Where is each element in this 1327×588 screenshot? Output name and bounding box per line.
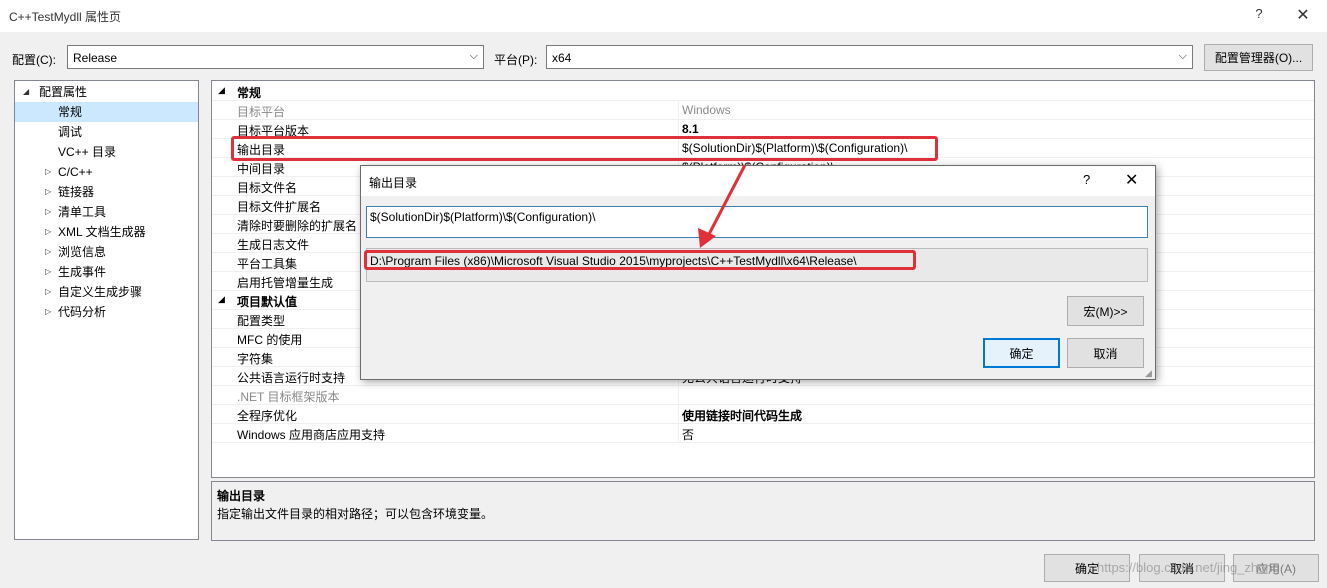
expand-triangle-icon[interactable]: ▷ — [45, 282, 51, 302]
collapse-triangle-icon[interactable]: ◢ — [218, 294, 225, 305]
annotation-arrow — [698, 164, 747, 248]
property-name: Windows 应用商店应用支持 — [237, 428, 386, 442]
expand-triangle-icon[interactable]: ▷ — [45, 162, 51, 182]
tree-item-label: 浏览信息 — [58, 245, 107, 259]
column-separator — [678, 386, 679, 405]
window-title: C++TestMydll 属性页 — [9, 10, 122, 24]
tree-item-label: 配置属性 — [39, 85, 88, 99]
property-value: 使用链接时间代码生成 — [682, 409, 803, 423]
annotation-box-output-row — [231, 136, 938, 161]
grid-category[interactable]: ◢ 常规 — [212, 82, 1314, 101]
platform-label: 平台(P): — [494, 53, 538, 67]
tree-item[interactable]: ▷ 代码分析 — [15, 302, 198, 322]
config-manager-button[interactable]: 配置管理器(O)... — [1204, 44, 1313, 71]
grid-row[interactable]: Windows 应用商店应用支持 否 — [212, 424, 1314, 443]
description-panel: 输出目录 指定输出文件目录的相对路径；可以包含环境变量。 — [211, 481, 1315, 541]
config-label: 配置(C): — [12, 53, 56, 67]
chevron-down-icon: ⌵ — [469, 50, 478, 62]
grid-row[interactable]: .NET 目标框架版本 — [212, 386, 1314, 405]
resize-grip-icon[interactable]: ◢ — [1145, 368, 1152, 379]
watermark: https://blog.csdn.net/jing_zhong — [1097, 560, 1280, 575]
property-name: 中间目录 — [237, 162, 286, 176]
output-directory-input-value: $(SolutionDir)$(Platform)\$(Configuratio… — [370, 210, 596, 224]
expand-triangle-icon[interactable]: ▷ — [45, 222, 51, 242]
config-value: Release — [73, 51, 118, 65]
tree-item[interactable]: ▷ XML 文档生成器 — [15, 222, 198, 242]
property-name: 生成日志文件 — [237, 238, 310, 252]
property-name: 平台工具集 — [237, 257, 298, 271]
tree-item-label: 生成事件 — [58, 265, 107, 279]
column-separator — [678, 405, 679, 424]
column-separator — [678, 424, 679, 443]
tree-item-label: C/C++ — [58, 165, 93, 179]
tree-item-label: 代码分析 — [58, 305, 107, 319]
property-name: 全程序优化 — [237, 409, 298, 423]
dialog-help-icon[interactable]: ? — [1083, 172, 1090, 187]
tree-item[interactable]: ▷ 自定义生成步骤 — [15, 282, 198, 302]
expand-triangle-icon[interactable]: ▷ — [45, 262, 51, 282]
property-name: 配置类型 — [237, 314, 286, 328]
annotation-box-evaluated — [364, 250, 916, 270]
tree-item-label: 链接器 — [58, 185, 95, 199]
category-label: 项目默认值 — [237, 295, 298, 309]
tree-item-label: 常规 — [58, 105, 83, 119]
collapse-triangle-icon[interactable]: ◢ — [218, 85, 225, 96]
collapse-triangle-icon[interactable]: ◢ — [23, 82, 29, 102]
tree-item-root[interactable]: ◢ 配置属性 — [15, 82, 198, 102]
property-name: 目标文件名 — [237, 181, 298, 195]
grid-row[interactable]: 目标平台 Windows — [212, 101, 1314, 120]
description-title: 输出目录 — [217, 489, 266, 503]
property-name: 启用托管增量生成 — [237, 276, 334, 290]
tree-item[interactable]: ▷ C/C++ — [15, 162, 198, 182]
property-name: 公共语言运行时支持 — [237, 371, 346, 385]
property-name: MFC 的使用 — [237, 333, 303, 347]
tree-item-label: VC++ 目录 — [58, 145, 117, 159]
column-separator — [678, 101, 679, 120]
expand-triangle-icon[interactable]: ▷ — [45, 202, 51, 222]
description-text: 指定输出文件目录的相对路径；可以包含环境变量。 — [217, 507, 494, 521]
grid-row[interactable]: 全程序优化 使用链接时间代码生成 — [212, 405, 1314, 424]
macros-button[interactable]: 宏(M)>> — [1067, 296, 1144, 326]
property-name: 目标平台 — [237, 105, 286, 119]
tree-item[interactable]: ▷ 生成事件 — [15, 262, 198, 282]
dialog-cancel-button[interactable]: 取消 — [1067, 338, 1144, 368]
dialog-title: 输出目录 — [369, 176, 418, 190]
property-value: 否 — [682, 428, 695, 442]
property-name: 清除时要删除的扩展名 — [237, 219, 358, 233]
platform-dropdown[interactable]: x64 ⌵ — [546, 45, 1193, 69]
tree-item-label: 调试 — [58, 125, 83, 139]
tree-item-label: 清单工具 — [58, 205, 107, 219]
platform-value: x64 — [552, 51, 572, 65]
property-value: Windows — [682, 103, 731, 117]
property-name: 目标文件扩展名 — [237, 200, 322, 214]
property-value: 8.1 — [682, 122, 699, 136]
config-dropdown[interactable]: Release ⌵ — [67, 45, 484, 69]
chevron-down-icon: ⌵ — [1178, 50, 1187, 62]
tree-item[interactable]: ▷ 浏览信息 — [15, 242, 198, 262]
tree-item[interactable]: 常规 — [15, 102, 198, 122]
tree-item[interactable]: ▷ 清单工具 — [15, 202, 198, 222]
tree-item-label: 自定义生成步骤 — [58, 285, 143, 299]
title-bar: C++TestMydll 属性页 ? ✕ — [0, 0, 1327, 32]
tree-item[interactable]: ▷ 链接器 — [15, 182, 198, 202]
dialog-close-icon[interactable]: ✕ — [1125, 170, 1138, 190]
expand-triangle-icon[interactable]: ▷ — [45, 242, 51, 262]
property-name: .NET 目标框架版本 — [237, 390, 340, 404]
expand-triangle-icon[interactable]: ▷ — [45, 182, 51, 202]
category-label: 常规 — [237, 86, 262, 100]
tree-item-label: XML 文档生成器 — [58, 225, 146, 239]
help-icon[interactable]: ? — [1252, 6, 1266, 24]
tree-item[interactable]: 调试 — [15, 122, 198, 142]
close-icon[interactable]: ✕ — [1295, 5, 1311, 25]
tree-item[interactable]: VC++ 目录 — [15, 142, 198, 162]
expand-triangle-icon[interactable]: ▷ — [45, 302, 51, 322]
property-name: 字符集 — [237, 352, 274, 366]
property-tree: ◢ 配置属性常规调试 VC++ 目录 ▷ C/C++ ▷ 链接器 ▷ 清单工具 ▷ XML 文档生成… — [14, 80, 199, 540]
dialog-ok-button[interactable]: 确定 — [983, 338, 1060, 368]
